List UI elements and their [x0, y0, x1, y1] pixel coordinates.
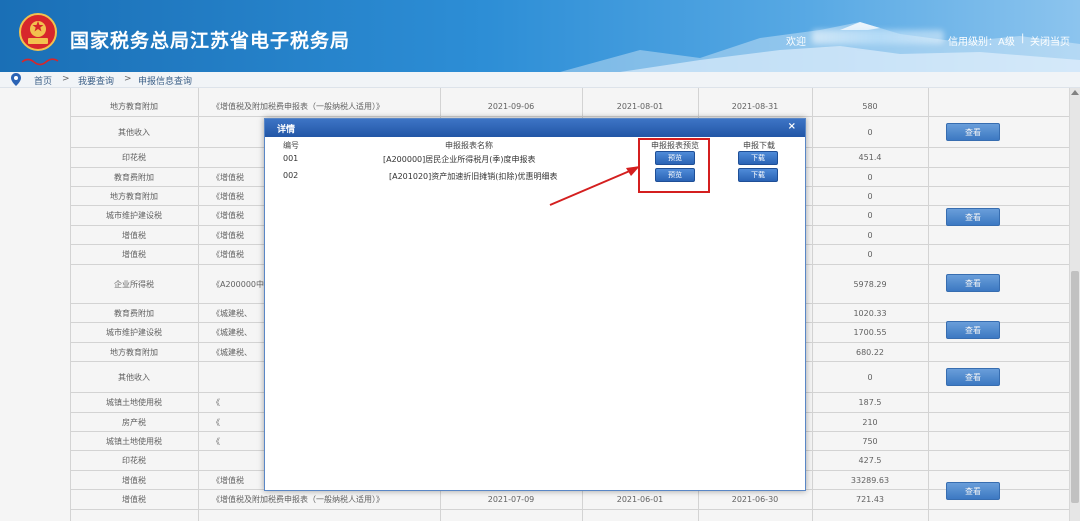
welcome-text: 欢迎: [786, 37, 806, 48]
breadcrumb-query[interactable]: 我要查询: [78, 74, 114, 87]
report-no: 002: [283, 171, 299, 180]
site-title: 国家税务总局江苏省电子税务局: [70, 30, 351, 52]
download-button[interactable]: 下载: [738, 168, 778, 182]
credit-level-text: 信用级别：A级: [948, 37, 1015, 48]
tax-emblem-icon: [19, 13, 57, 51]
dialog-title-bar[interactable]: 详情 ×: [265, 119, 805, 137]
blurred-username: [812, 30, 944, 44]
detail-dialog: 详情 × 编号 申报报表名称 申报报表预览 申报下载 001 [A200000]…: [264, 118, 806, 491]
close-page-link[interactable]: 关闭当页: [1030, 33, 1070, 48]
logo-signature-mark: [21, 58, 59, 66]
column-header-no: 编号: [283, 141, 299, 150]
breadcrumb-home[interactable]: 首页: [34, 74, 52, 87]
location-pin-icon: [11, 73, 21, 86]
annotation-arrow-icon: [549, 166, 640, 206]
report-name: [A201020]资产加速折旧摊销(扣除)优惠明细表: [389, 172, 558, 181]
close-icon[interactable]: ×: [788, 121, 796, 132]
breadcrumb-separator: >: [62, 74, 70, 84]
dialog-title: 详情: [277, 125, 296, 135]
report-name: [A200000]居民企业所得税月(季)度申报表: [383, 155, 536, 164]
column-header-name: 申报报表名称: [445, 141, 493, 150]
breadcrumb-current: 申报信息查询: [138, 77, 193, 87]
site-header: 国家税务总局江苏省电子税务局 欢迎 信用级别：A级 | 关闭当页: [0, 0, 1080, 72]
header-separator: |: [1021, 33, 1025, 44]
report-no: 001: [283, 154, 299, 163]
column-header-download: 申报下载: [743, 141, 775, 150]
breadcrumb: 首页 > 我要查询 > 申报信息查询: [0, 72, 1080, 88]
breadcrumb-separator: >: [124, 74, 132, 84]
download-button[interactable]: 下载: [738, 151, 778, 165]
